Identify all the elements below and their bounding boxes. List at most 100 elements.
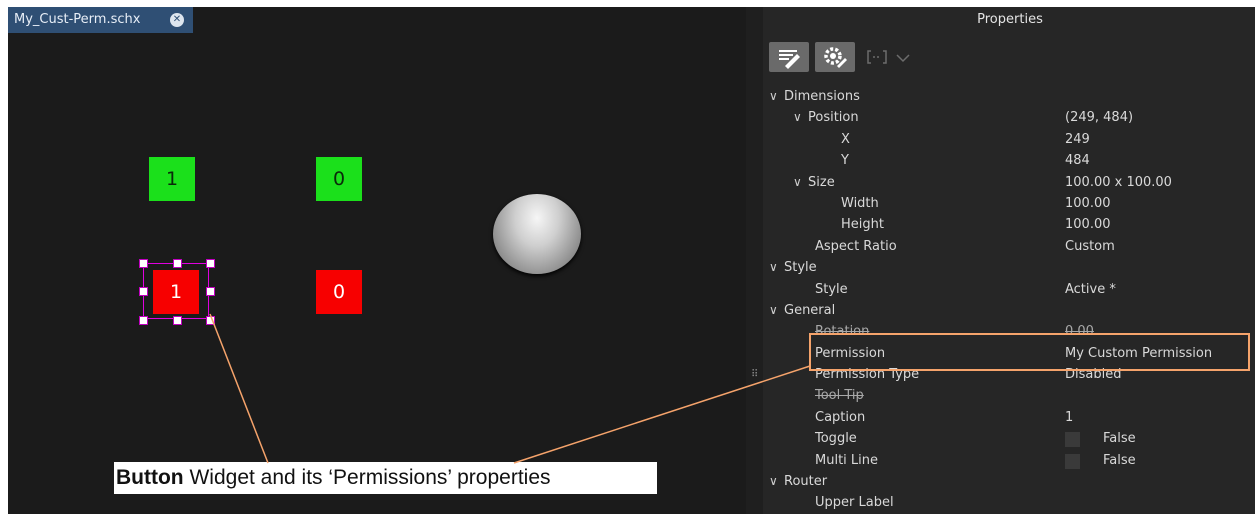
red-button-0[interactable]: 0: [316, 270, 362, 314]
property-name: Tool Tip: [815, 388, 864, 404]
property-name: Height: [841, 217, 884, 233]
chevron-down-icon[interactable]: ∨: [793, 175, 808, 189]
toolbar-dropdown[interactable]: [891, 42, 915, 72]
edit-properties-button[interactable]: [769, 42, 809, 72]
property-name: Style: [784, 260, 817, 276]
property-row[interactable]: Rotation 0.00: [763, 322, 1255, 343]
property-row[interactable]: Multi Line False: [763, 451, 1255, 472]
settings-button[interactable]: [815, 42, 855, 72]
resize-handle[interactable]: [139, 259, 148, 268]
chevron-down-icon[interactable]: ∨: [769, 89, 784, 103]
multiline-checkbox[interactable]: [1065, 453, 1080, 469]
green-button-0[interactable]: 0: [316, 157, 362, 201]
document-tab-title: My_Cust-Perm.schx: [14, 12, 141, 27]
button-label: 1: [165, 168, 179, 190]
document-tab-bar: My_Cust-Perm.schx ✕: [8, 7, 746, 33]
property-value: My Custom Permission: [1065, 345, 1213, 361]
property-row[interactable]: Caption 1: [763, 408, 1255, 429]
property-name: Style: [815, 281, 848, 297]
property-name: Size: [808, 174, 835, 190]
chevron-down-icon: [896, 54, 910, 63]
property-name: X: [841, 131, 850, 147]
property-name: Permission Type: [815, 367, 920, 383]
property-value: 0.00: [1065, 324, 1094, 340]
property-name: Dimensions: [784, 89, 860, 104]
property-name: Aspect Ratio: [815, 238, 897, 254]
property-row-permission[interactable]: Permission My Custom Permission: [763, 344, 1255, 365]
property-name: Rotation: [815, 324, 870, 340]
script-icon: [867, 50, 887, 64]
resize-handle[interactable]: [206, 316, 215, 325]
property-name: General: [784, 302, 836, 318]
property-row-permission-type[interactable]: Permission Type Disabled: [763, 365, 1255, 386]
property-row[interactable]: Aspect Ratio Custom: [763, 237, 1255, 258]
property-row[interactable]: Upper Label: [763, 493, 1255, 514]
property-name: Toggle: [815, 431, 857, 447]
property-name: Upper Label: [815, 495, 894, 511]
property-row[interactable]: ∨ Size 100.00 x 100.00: [763, 173, 1255, 194]
settings-gear-icon: [824, 47, 847, 68]
resize-handle[interactable]: [206, 287, 215, 296]
properties-panel: Properties ∨ Dimensions ∨ Position (249,…: [763, 7, 1255, 514]
green-button-1[interactable]: 1: [149, 157, 195, 201]
property-row[interactable]: ∨ Position (249, 484): [763, 108, 1255, 129]
edit-properties-icon: [779, 50, 800, 69]
property-value: 100.00 x 100.00: [1065, 174, 1172, 190]
property-value: Disabled: [1065, 367, 1122, 383]
property-value: 484: [1065, 153, 1090, 169]
property-name: Permission: [815, 345, 886, 361]
script-button[interactable]: [861, 42, 893, 72]
property-row[interactable]: ∨ Style: [763, 258, 1255, 279]
property-row[interactable]: X 249: [763, 130, 1255, 151]
close-icon[interactable]: ✕: [170, 13, 184, 27]
property-value: Custom: [1065, 238, 1115, 254]
annotation-bold: Button: [116, 466, 184, 489]
property-value: False: [1103, 431, 1136, 447]
property-value: False: [1103, 452, 1136, 468]
property-name: Caption: [815, 409, 866, 425]
property-name: Router: [784, 474, 828, 490]
button-label: 0: [332, 168, 346, 190]
property-name: Position: [808, 110, 859, 126]
property-name: Y: [841, 153, 849, 169]
property-row[interactable]: ∨ Dimensions: [763, 87, 1255, 108]
chevron-down-icon[interactable]: ∨: [793, 110, 808, 124]
chevron-down-icon[interactable]: ∨: [769, 260, 784, 274]
resize-handle[interactable]: [173, 316, 182, 325]
document-tab[interactable]: My_Cust-Perm.schx ✕: [8, 7, 193, 33]
property-row[interactable]: ∨ Router: [763, 472, 1255, 493]
resize-handle[interactable]: [139, 287, 148, 296]
property-row[interactable]: Tool Tip: [763, 386, 1255, 407]
property-value: (249, 484): [1065, 110, 1134, 126]
application-window: My_Cust-Perm.schx ✕ 1 0 1 0 ⠿ Properties: [8, 7, 1255, 514]
panel-title: Properties: [763, 7, 1255, 33]
property-value: Active *: [1065, 281, 1116, 297]
property-tree: ∨ Dimensions ∨ Position (249, 484) X 249 Y 48…: [763, 87, 1255, 514]
property-value: 100.00: [1065, 195, 1111, 211]
annotation-text: Widget and its ‘Permissions’ properties: [183, 466, 551, 489]
property-name: Multi Line: [815, 452, 879, 468]
resize-handle[interactable]: [206, 259, 215, 268]
panel-splitter[interactable]: ⠿: [746, 7, 763, 514]
chevron-down-icon[interactable]: ∨: [769, 303, 784, 317]
property-value: 1: [1065, 409, 1074, 425]
selection-outline: [143, 263, 209, 319]
resize-handle[interactable]: [173, 259, 182, 268]
property-value: 249: [1065, 131, 1090, 147]
chevron-down-icon[interactable]: ∨: [769, 474, 784, 488]
toggle-checkbox[interactable]: [1065, 432, 1080, 448]
schematic-canvas[interactable]: 1 0 1 0: [8, 33, 746, 514]
property-row[interactable]: Width 100.00: [763, 194, 1255, 215]
property-row[interactable]: Y 484: [763, 151, 1255, 172]
resize-handle[interactable]: [139, 316, 148, 325]
button-label: 0: [332, 281, 346, 303]
property-value: 100.00: [1065, 217, 1111, 233]
splitter-grip-icon[interactable]: ⠿: [751, 369, 758, 380]
annotation-caption: Button Widget and its ‘Permissions’ prop…: [114, 462, 657, 494]
property-row[interactable]: ∨ General: [763, 301, 1255, 322]
property-row[interactable]: Toggle False: [763, 429, 1255, 450]
property-row[interactable]: Height 100.00: [763, 215, 1255, 236]
property-name: Width: [841, 195, 879, 211]
property-row[interactable]: Style Active *: [763, 280, 1255, 301]
lamp-widget[interactable]: [493, 194, 581, 274]
